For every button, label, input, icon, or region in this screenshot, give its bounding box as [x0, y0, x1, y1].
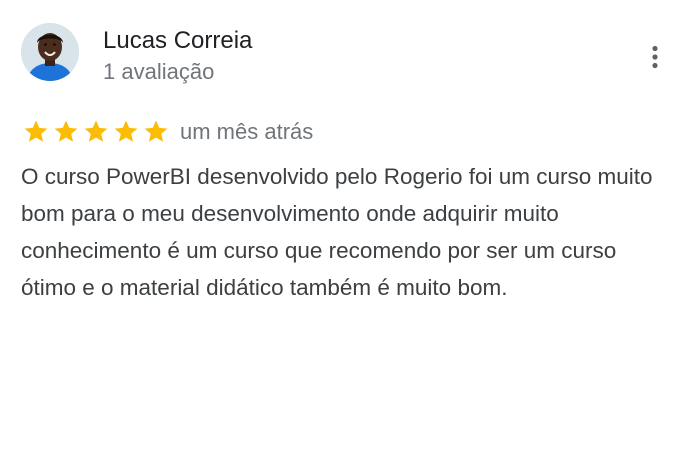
- reviewer-review-count: 1 avaliação: [103, 59, 215, 84]
- reviewer-name[interactable]: Lucas Correia: [103, 26, 252, 56]
- star-icon: [24, 120, 48, 142]
- star-icon: [144, 120, 168, 142]
- review-card: Lucas Correia 1 avaliação um mês atrás O…: [0, 0, 674, 451]
- review-date: um mês atrás: [180, 119, 314, 144]
- more-options-button[interactable]: [640, 40, 670, 74]
- star-icon: [114, 120, 138, 142]
- star-rating: [22, 118, 170, 145]
- star-icon: [54, 120, 78, 142]
- more-vert-icon: [652, 45, 658, 69]
- review-text: O curso PowerBI desenvolvido pelo Rogeri…: [21, 164, 653, 300]
- avatar-photo: [21, 23, 79, 81]
- avatar[interactable]: [21, 23, 79, 81]
- star-icon: [84, 120, 108, 142]
